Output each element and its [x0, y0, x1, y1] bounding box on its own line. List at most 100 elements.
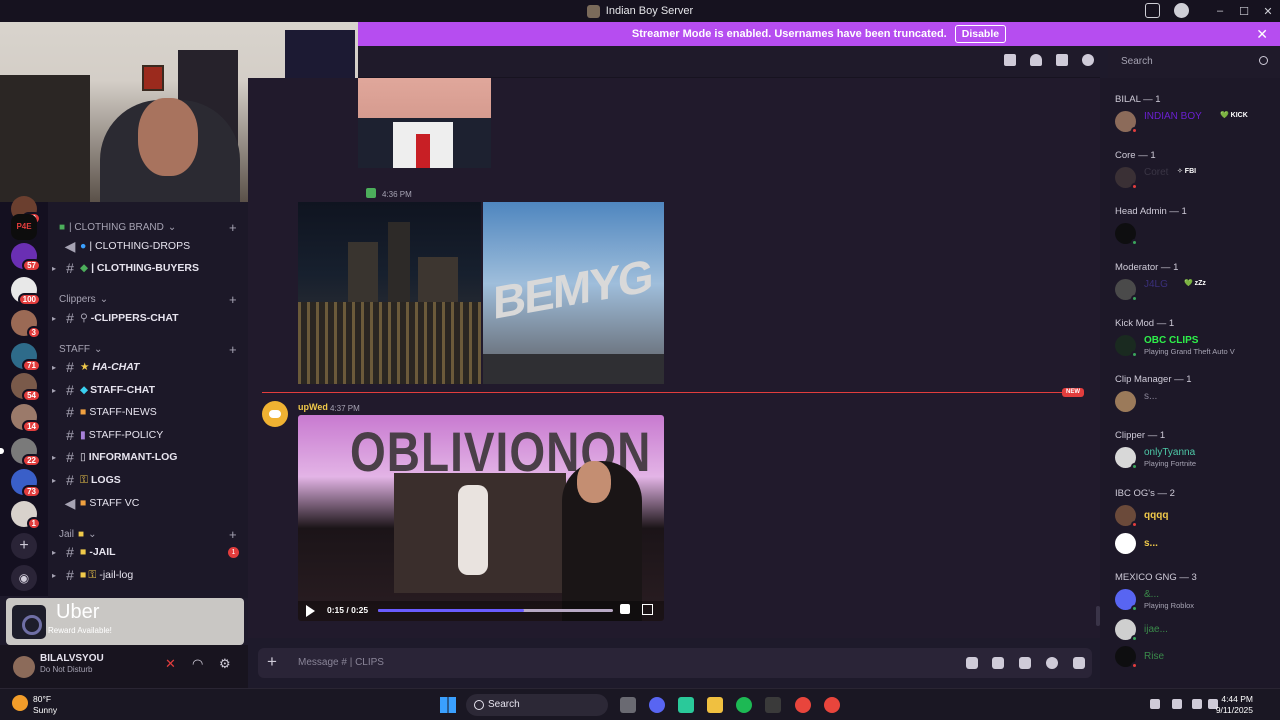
- members-icon[interactable]: [1082, 54, 1094, 66]
- channel-informant-log[interactable]: ▸ # ▯ INFORMANT-LOG: [48, 447, 248, 467]
- channel-jail[interactable]: ▸ # ■ -JAIL 1: [48, 542, 248, 562]
- mute-icon[interactable]: ✕: [165, 656, 176, 672]
- channel-ha-chat[interactable]: ▸ # ★ HA-CHAT: [48, 357, 248, 377]
- taskbar-search[interactable]: Search: [466, 694, 608, 716]
- help-icon[interactable]: [1174, 3, 1189, 18]
- channel-staff-news[interactable]: # ■ STAFF-NEWS: [48, 402, 248, 422]
- member-item[interactable]: qqqq: [1115, 504, 1280, 528]
- weather-widget[interactable]: 80°F Sunny: [33, 694, 57, 716]
- member-item[interactable]: Rise: [1115, 645, 1280, 669]
- disable-button[interactable]: Disable: [954, 25, 1007, 43]
- minimize-button[interactable]: –: [1208, 5, 1232, 17]
- server-icon[interactable]: 1: [11, 501, 41, 530]
- search-input[interactable]: Search: [1115, 53, 1275, 71]
- channel-staff-vc[interactable]: ◀ ■ STAFF VC: [48, 493, 248, 513]
- chrome-icon[interactable]: [795, 697, 811, 713]
- image-attachment[interactable]: BEMYG: [483, 202, 664, 384]
- play-icon[interactable]: [306, 605, 315, 617]
- discord-icon[interactable]: [649, 697, 665, 713]
- channel-jail-log[interactable]: ▸ # ■ ⚿ -jail-log: [48, 565, 248, 585]
- close-icon[interactable]: ✕: [1256, 26, 1268, 43]
- member-item[interactable]: &... Playing Roblox: [1115, 588, 1280, 612]
- category-jail[interactable]: Jail ■ ⌄ +: [59, 527, 237, 542]
- server-icon[interactable]: 71: [11, 343, 41, 372]
- message-author[interactable]: upWed: [298, 402, 328, 412]
- streamlabs-icon[interactable]: [765, 697, 781, 713]
- member-item[interactable]: Coret ✧ FBI: [1115, 166, 1280, 190]
- member-item[interactable]: s...: [1115, 390, 1280, 414]
- channel-label: INFORMANT-LOG: [88, 451, 178, 463]
- server-icon[interactable]: P4E: [11, 214, 37, 240]
- category-clippers[interactable]: Clippers ⌄ +: [59, 292, 237, 307]
- message-input[interactable]: Message # | CLIPS: [298, 657, 384, 668]
- file-explorer-icon[interactable]: [707, 697, 723, 713]
- member-item[interactable]: s...: [1115, 532, 1280, 556]
- gift-icon[interactable]: [966, 657, 978, 669]
- server-icon[interactable]: 100: [11, 277, 41, 306]
- channel-logs[interactable]: ▸ # ⚿ LOGS: [48, 470, 248, 490]
- add-attachment-button[interactable]: +: [267, 652, 277, 672]
- category-staff[interactable]: STAFF ⌄ +: [59, 342, 237, 357]
- windows-start-icon[interactable]: [440, 697, 456, 713]
- add-channel-icon[interactable]: +: [229, 220, 237, 235]
- inbox-icon[interactable]: [1145, 3, 1160, 18]
- image-attachment[interactable]: [358, 78, 491, 168]
- fullscreen-icon[interactable]: [642, 604, 653, 615]
- add-channel-icon[interactable]: +: [229, 342, 237, 357]
- spotify-icon[interactable]: [736, 697, 752, 713]
- add-channel-icon[interactable]: +: [229, 527, 237, 542]
- member-name: s...: [1144, 391, 1158, 402]
- server-icon[interactable]: 54: [11, 373, 41, 402]
- volume-icon[interactable]: [620, 604, 630, 614]
- member-item[interactable]: J4LG 💚 zZz: [1115, 278, 1280, 302]
- uber-reward-overlay[interactable]: Uber Reward Available!: [6, 598, 244, 645]
- threads-icon[interactable]: [1004, 54, 1016, 66]
- chevron-up-icon[interactable]: [1150, 699, 1160, 709]
- gear-icon[interactable]: ⚙: [219, 656, 231, 672]
- microphone-icon[interactable]: [1172, 699, 1182, 709]
- member-name: INDIAN BOY: [1144, 111, 1202, 122]
- channel-clothing-buyers[interactable]: ▸ # ◆ | CLOTHING-BUYERS: [48, 258, 248, 278]
- unread-arrow: ▸: [51, 313, 56, 323]
- close-window-button[interactable]: ✕: [1256, 5, 1280, 18]
- app-icon[interactable]: [678, 697, 694, 713]
- system-clock[interactable]: 4:44 PM 9/11/2025: [1216, 694, 1253, 716]
- server-icon[interactable]: 3: [11, 310, 41, 339]
- channel-staff-chat[interactable]: ▸ # ◆ STAFF-CHAT: [48, 380, 248, 400]
- server-icon[interactable]: 73: [11, 469, 41, 498]
- bell-icon[interactable]: [1030, 54, 1042, 66]
- server-icon[interactable]: 57: [11, 243, 41, 272]
- video-attachment[interactable]: OBLIVIONON 0:15 / 0:25: [298, 415, 664, 621]
- avatar[interactable]: [262, 401, 288, 427]
- avatar[interactable]: [13, 655, 35, 678]
- search-bar[interactable]: Search: [1108, 46, 1280, 78]
- member-item[interactable]: INDIAN BOY 💚 KICK: [1115, 110, 1280, 134]
- member-item[interactable]: OBC CLIPS Playing Grand Theft Auto V: [1115, 334, 1280, 358]
- task-view-icon[interactable]: [620, 697, 636, 713]
- pin-icon[interactable]: [1056, 54, 1068, 66]
- channel-staff-policy[interactable]: # ▮ STAFF-POLICY: [48, 425, 248, 445]
- member-item[interactable]: ijae...: [1115, 618, 1280, 642]
- member-item[interactable]: onlyTyanna Playing Fortnite: [1115, 446, 1280, 470]
- activity-icon[interactable]: [1073, 657, 1085, 669]
- channel-clothing-drops[interactable]: ◀ ● | CLOTHING-DROPS: [48, 236, 248, 256]
- chrome-profile-icon[interactable]: [824, 697, 840, 713]
- discover-icon[interactable]: ◉: [11, 565, 37, 591]
- image-attachment[interactable]: [298, 202, 481, 384]
- video-progress-bar[interactable]: [378, 609, 613, 612]
- member-item[interactable]: [1115, 222, 1280, 246]
- category-clothing-brand[interactable]: ■ | CLOTHING BRAND ⌄ +: [59, 220, 237, 235]
- server-icon[interactable]: 14: [11, 404, 41, 433]
- wifi-icon[interactable]: [1192, 699, 1202, 709]
- sticker-icon[interactable]: [1019, 657, 1031, 669]
- emoji-icon[interactable]: [1046, 657, 1058, 669]
- gif-icon[interactable]: [992, 657, 1004, 669]
- maximize-button[interactable]: ☐: [1232, 5, 1256, 18]
- weather-icon[interactable]: [12, 695, 28, 711]
- add-server-button[interactable]: +: [11, 533, 37, 559]
- add-channel-icon[interactable]: +: [229, 292, 237, 307]
- server-icon[interactable]: 22: [0, 438, 41, 467]
- channel-clippers-chat[interactable]: ▸ # ⚲ -CLIPPERS-CHAT: [48, 308, 248, 328]
- headphones-icon[interactable]: ◠: [192, 656, 203, 672]
- message-composer[interactable]: + Message # | CLIPS: [258, 648, 1092, 678]
